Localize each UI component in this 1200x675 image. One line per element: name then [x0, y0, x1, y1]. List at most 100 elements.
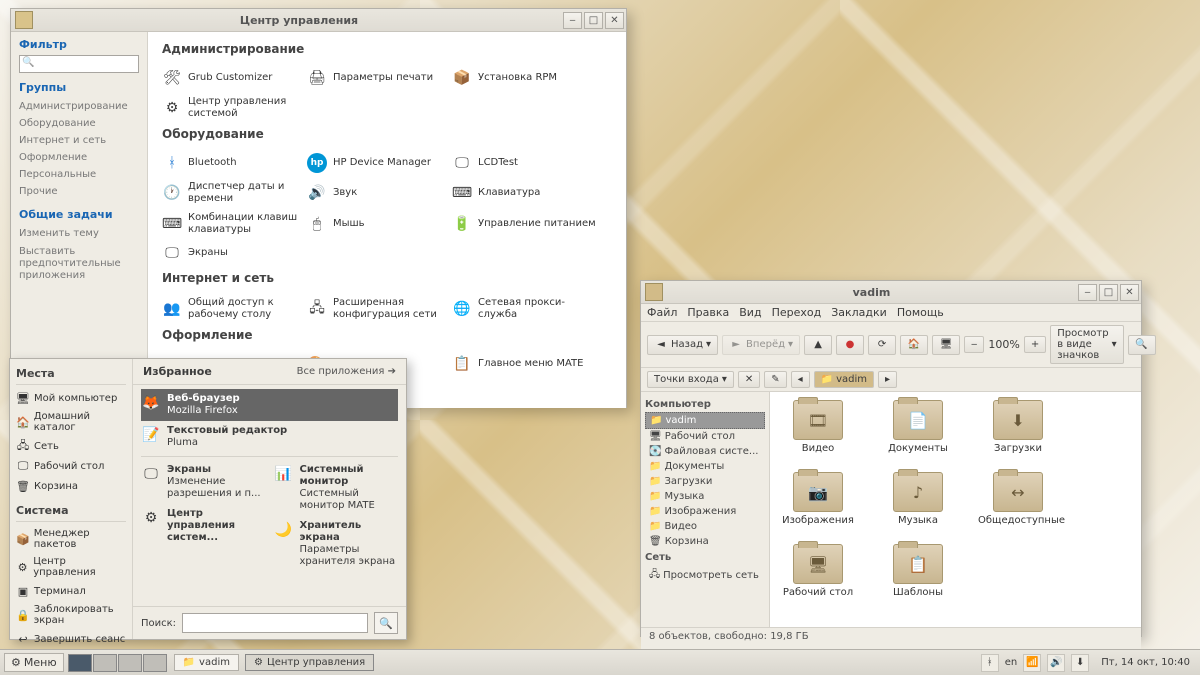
place-home[interactable]: 🏠Домашний каталог: [16, 408, 126, 436]
workspace-3[interactable]: [118, 654, 142, 672]
edit-location-button[interactable]: ✎: [764, 371, 786, 388]
menu-go[interactable]: Переход: [772, 306, 822, 319]
folder-videos[interactable]: 🎞Видео: [778, 400, 858, 454]
path-back-button[interactable]: ◂: [791, 371, 810, 388]
cc-item-grub[interactable]: 🛠Grub Customizer: [162, 68, 307, 88]
tray-network-icon[interactable]: 📶: [1023, 654, 1041, 672]
cc-item-main-menu[interactable]: 📋Главное меню MATE: [452, 354, 597, 374]
task-vadim[interactable]: 📁vadim: [174, 654, 239, 671]
maximize-button[interactable]: □: [584, 12, 603, 29]
cc-item-screens[interactable]: 🖵Экраны: [162, 243, 307, 263]
folder-music[interactable]: ♪Музыка: [878, 472, 958, 526]
folder-templates[interactable]: 📋Шаблоны: [878, 544, 958, 598]
location-select[interactable]: Точки входа ▾: [647, 371, 734, 388]
place-trash[interactable]: 🗑Корзина: [645, 534, 765, 549]
cc-item-lcd[interactable]: 🖵LCDTest: [452, 153, 597, 173]
place-desktop[interactable]: 🖥Рабочий стол: [645, 429, 765, 444]
close-location-button[interactable]: ✕: [738, 371, 760, 388]
sys-terminal[interactable]: ▣Терминал: [16, 581, 126, 601]
menu-bookmarks[interactable]: Закладки: [831, 306, 887, 319]
breadcrumb-item[interactable]: 📁vadim: [814, 371, 874, 388]
place-trash[interactable]: 🗑Корзина: [16, 476, 126, 496]
folder-public[interactable]: ↔Общедоступные: [978, 472, 1058, 526]
maximize-button[interactable]: □: [1099, 284, 1118, 301]
fm-file-view[interactable]: 🎞Видео 📄Документы ⬇Загрузки 📷Изображения…: [770, 392, 1141, 627]
reload-button[interactable]: ⟳: [868, 335, 896, 355]
cc-item-bluetooth[interactable]: ᚼBluetooth: [162, 153, 307, 173]
tray-update-icon[interactable]: ⬇: [1071, 654, 1089, 672]
zoom-in-button[interactable]: +: [1024, 336, 1046, 353]
group-item[interactable]: Оформление: [19, 149, 139, 166]
cc-item-net-config[interactable]: 🖧Расширенная конфигурация сети: [307, 297, 452, 320]
computer-button[interactable]: 🖥: [932, 335, 960, 355]
cc-item-sound[interactable]: 🔊Звук: [307, 181, 452, 204]
place-downloads[interactable]: 📁Загрузки: [645, 474, 765, 489]
clock[interactable]: Пт, 14 окт, 10:40: [1095, 657, 1196, 668]
group-item[interactable]: Интернет и сеть: [19, 132, 139, 149]
stop-button[interactable]: ●: [836, 335, 864, 355]
menu-search-input[interactable]: [182, 613, 368, 633]
back-button[interactable]: ◄Назад ▾: [647, 335, 718, 355]
menu-button[interactable]: ⚙Меню: [4, 653, 64, 672]
cc-item-keyboard[interactable]: ⌨Клавиатура: [452, 181, 597, 204]
cc-item-proxy[interactable]: 🌐Сетевая прокси-служба: [452, 297, 597, 320]
place-documents[interactable]: 📁Документы: [645, 459, 765, 474]
tray-volume-icon[interactable]: 🔊: [1047, 654, 1065, 672]
folder-desktop[interactable]: 🖥Рабочий стол: [778, 544, 858, 598]
group-item[interactable]: Прочие: [19, 183, 139, 200]
workspace-switcher[interactable]: [68, 654, 168, 672]
folder-pictures[interactable]: 📷Изображения: [778, 472, 858, 526]
app-screens[interactable]: 🖵 ЭкраныИзменение разрешения и п...: [141, 460, 266, 504]
cc-item-datetime[interactable]: 🕐Диспетчер даты и времени: [162, 181, 307, 204]
place-network[interactable]: 🖧Сеть: [16, 436, 126, 456]
place-pictures[interactable]: 📁Изображения: [645, 504, 765, 519]
cc-item-syscenter[interactable]: ⚙Центр управления системой: [162, 96, 307, 119]
fm-titlebar[interactable]: vadim ‒ □ ✕: [641, 281, 1141, 304]
filter-input[interactable]: [19, 55, 139, 73]
workspace-1[interactable]: [68, 654, 92, 672]
app-system-monitor[interactable]: 📊 Системный мониторСистемный монитор MAT…: [274, 460, 399, 516]
forward-button[interactable]: ►Вперёд ▾: [722, 335, 800, 355]
menu-help[interactable]: Помощь: [897, 306, 944, 319]
place-filesystem[interactable]: 💽Файловая систе...: [645, 444, 765, 459]
cc-item-mouse[interactable]: 🖱Мышь: [307, 212, 452, 235]
menu-edit[interactable]: Правка: [687, 306, 729, 319]
app-system-center[interactable]: ⚙ Центр управления систем...: [141, 504, 266, 548]
place-home[interactable]: 📁vadim: [645, 412, 765, 429]
place-network[interactable]: 🖧Просмотреть сеть: [645, 565, 765, 586]
close-button[interactable]: ✕: [605, 12, 624, 29]
group-item[interactable]: Оборудование: [19, 115, 139, 132]
minimize-button[interactable]: ‒: [1078, 284, 1097, 301]
cc-item-hp[interactable]: hpHP Device Manager: [307, 153, 452, 173]
all-apps-link[interactable]: Все приложения ➔: [297, 366, 396, 377]
cc-item-print[interactable]: 🖨Параметры печати: [307, 68, 452, 88]
minimize-button[interactable]: ‒: [563, 12, 582, 29]
sys-logout[interactable]: ↩Завершить сеанс: [16, 629, 126, 649]
place-videos[interactable]: 📁Видео: [645, 519, 765, 534]
cc-item-shortcuts[interactable]: ⌨Комбинации клавиш клавиатуры: [162, 212, 307, 235]
cc-item-rpm[interactable]: 📦Установка RPM: [452, 68, 597, 88]
place-music[interactable]: 📁Музыка: [645, 489, 765, 504]
sys-control-center[interactable]: ⚙Центр управления: [16, 553, 126, 581]
zoom-out-button[interactable]: ‒: [964, 336, 984, 353]
path-forward-button[interactable]: ▸: [878, 371, 897, 388]
app-pluma[interactable]: 📝 Текстовый редакторPluma: [141, 421, 398, 453]
folder-documents[interactable]: 📄Документы: [878, 400, 958, 454]
group-item[interactable]: Администрирование: [19, 98, 139, 115]
cc-titlebar[interactable]: Центр управления ‒ □ ✕: [11, 9, 626, 32]
task-item[interactable]: Изменить тему: [19, 225, 139, 243]
close-button[interactable]: ✕: [1120, 284, 1139, 301]
task-control-center[interactable]: ⚙Центр управления: [245, 654, 374, 671]
sys-packages[interactable]: 📦Менеджер пакетов: [16, 525, 126, 553]
menu-view[interactable]: Вид: [739, 306, 761, 319]
cc-item-desktop-sharing[interactable]: 👥Общий доступ к рабочему столу: [162, 297, 307, 320]
search-button[interactable]: 🔍: [1128, 335, 1156, 355]
tray-bluetooth-icon[interactable]: ᚼ: [981, 654, 999, 672]
keyboard-layout[interactable]: en: [1005, 657, 1018, 668]
cc-item-power[interactable]: 🔋Управление питанием: [452, 212, 597, 235]
workspace-2[interactable]: [93, 654, 117, 672]
place-desktop[interactable]: 🖵Рабочий стол: [16, 456, 126, 476]
menu-search-button[interactable]: 🔍: [374, 612, 398, 634]
menu-file[interactable]: Файл: [647, 306, 677, 319]
app-screensaver[interactable]: 🌙 Хранитель экранаПараметры хранителя эк…: [274, 516, 399, 572]
